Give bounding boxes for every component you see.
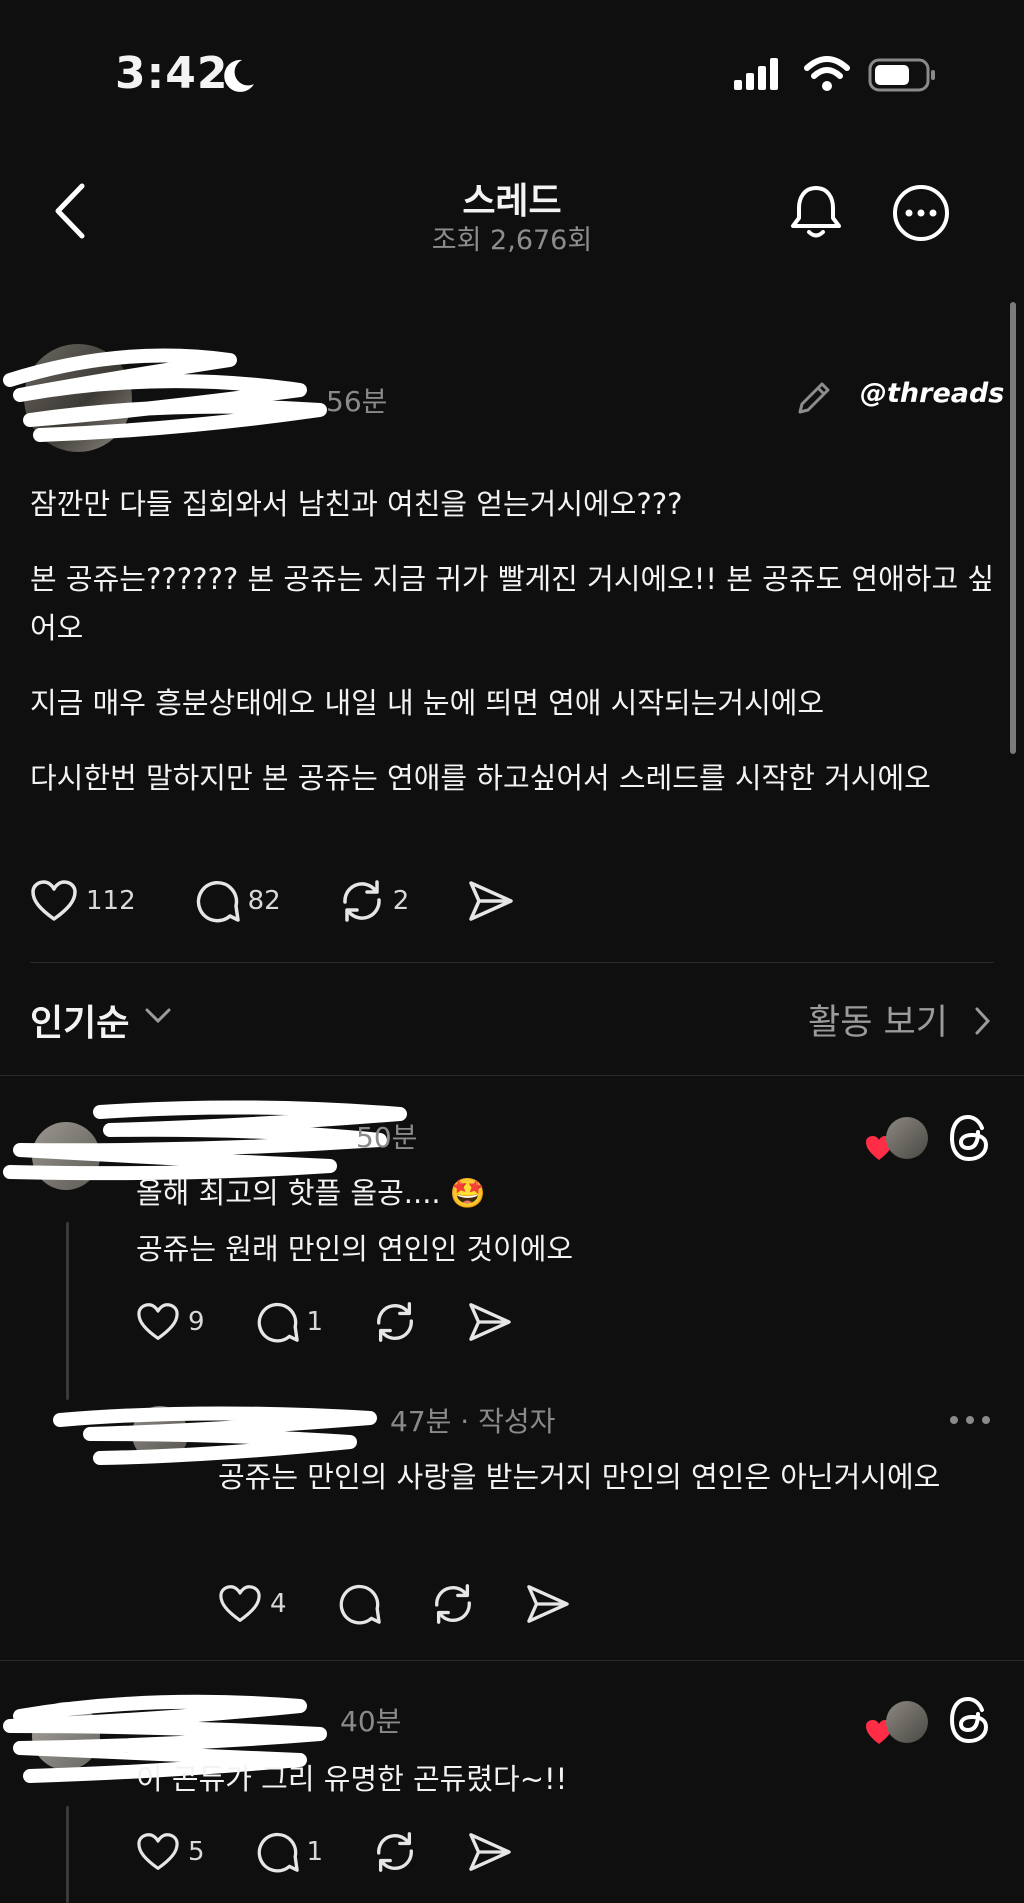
liked-by-avatars[interactable] (864, 1698, 928, 1746)
threads-logo[interactable]: @threads (860, 378, 1004, 409)
view-count: 조회 2,676회 (431, 225, 593, 256)
reply-count: 1 (306, 1307, 324, 1337)
heart-icon (137, 1303, 179, 1340)
threads-icon[interactable] (948, 1696, 992, 1744)
thread-line (66, 1222, 69, 1400)
like-button[interactable]: 5 (136, 1832, 205, 1872)
liker-avatar (886, 1701, 928, 1743)
comment-icon (339, 1584, 381, 1625)
reply-actions: 4 (218, 1582, 629, 1626)
share-button[interactable] (525, 1583, 571, 1625)
send-icon (469, 1303, 511, 1341)
post-actions: 112 82 2 (30, 878, 573, 924)
author-badge: 작성자 (478, 1405, 556, 1438)
comment-actions: 5 1 (136, 1830, 571, 1874)
share-button[interactable] (467, 1831, 513, 1873)
comment-time: 40분 (340, 1705, 402, 1738)
like-count: 4 (270, 1589, 287, 1619)
more-options-icon[interactable] (948, 1414, 992, 1426)
like-count: 5 (188, 1837, 205, 1867)
post-paragraph: 잠깐만 다들 집회와서 남친과 여친을 얻는거시에오??? (30, 487, 683, 521)
repost-icon (342, 880, 381, 922)
comment-icon (257, 1832, 299, 1873)
reply-time: 47분 · 작성자 (390, 1405, 556, 1438)
thread-line (66, 1806, 69, 1903)
author-avatar[interactable] (24, 344, 132, 452)
repost-button[interactable] (373, 1830, 417, 1874)
divider (0, 1075, 1024, 1076)
like-count: 112 (86, 886, 136, 916)
heart-icon (31, 880, 77, 921)
signal-icon (734, 58, 778, 90)
repost-count: 2 (392, 886, 410, 916)
page-title: 스레드 (462, 181, 562, 222)
liker-avatar (886, 1117, 928, 1159)
send-icon (469, 881, 514, 921)
like-button[interactable]: 4 (218, 1584, 287, 1624)
comment-icon (257, 1302, 299, 1343)
send-icon (469, 1833, 511, 1871)
threads-icon[interactable] (948, 1114, 992, 1162)
repost-button[interactable] (373, 1300, 417, 1344)
wifi-icon (804, 56, 850, 91)
comment-button[interactable]: 1 (255, 1830, 324, 1874)
comment-actions: 9 1 (136, 1300, 571, 1344)
reply-author-avatar[interactable] (132, 1406, 188, 1462)
post-paragraph: 지금 매우 흥분상태에오 내일 내 눈에 띄면 연애 시작되는거시에오 (30, 686, 825, 720)
comment-button[interactable]: 1 (255, 1300, 324, 1344)
post-time: 56분 (326, 385, 388, 418)
heart-icon (219, 1585, 261, 1622)
like-button[interactable]: 112 (30, 879, 136, 923)
comment-button[interactable]: 82 (194, 878, 281, 924)
divider (0, 1660, 1024, 1661)
threads-at-icon: @ (860, 378, 887, 409)
commenter-avatar[interactable] (32, 1122, 100, 1190)
status-time: 3:42 (115, 48, 229, 99)
repost-button[interactable] (431, 1582, 475, 1626)
battery-icon (868, 58, 935, 92)
send-icon (526, 1585, 569, 1623)
repost-button[interactable]: 2 (339, 878, 410, 924)
repost-icon (434, 1584, 471, 1624)
reply-count: 1 (306, 1837, 324, 1867)
reply-text: 공쥬는 만인의 사랑을 받는거지 만인의 연인은 아닌거시에오 (218, 1460, 941, 1494)
more-options-icon[interactable] (892, 184, 950, 242)
post-paragraph: 본 공쥬는?????? 본 공쥬는 지금 귀가 빨게진 거시에오!! 본 공쥬도… (30, 562, 995, 645)
liked-by-avatars[interactable] (864, 1114, 928, 1162)
share-button[interactable] (467, 879, 515, 923)
comment-icon (196, 881, 240, 923)
comment-count: 82 (247, 886, 281, 916)
comment-button[interactable] (337, 1582, 381, 1626)
bell-icon[interactable] (786, 182, 846, 242)
view-activity-link[interactable]: 활동 보기 (808, 994, 948, 1045)
divider (30, 962, 994, 963)
comment-text: 이 곤듀가 그리 유명한 곤듀렸다~!! (136, 1762, 568, 1796)
like-count: 9 (188, 1307, 205, 1337)
like-button[interactable]: 9 (136, 1302, 205, 1342)
heart-icon (137, 1833, 179, 1870)
sort-dropdown-label[interactable]: 인기순 (30, 994, 129, 1046)
post-body: 잠깐만 다들 집회와서 남친과 여친을 얻는거시에오??? 본 공쥬는?????… (30, 480, 995, 829)
commenter-avatar[interactable] (32, 1702, 100, 1770)
edit-pencil-icon[interactable] (792, 378, 834, 420)
moon-icon (224, 59, 254, 92)
chevron-down-icon[interactable] (144, 1006, 172, 1026)
share-button[interactable] (467, 1301, 513, 1343)
repost-icon (377, 1832, 414, 1872)
comment-time: 50분 (356, 1121, 418, 1154)
post-paragraph: 다시한번 말하지만 본 공쥬는 연애를 하고싶어서 스레드를 시작한 거시에오 (30, 761, 931, 795)
comment-text: 올해 최고의 핫플 올공.... 🤩 (136, 1176, 486, 1210)
scrollbar[interactable] (1010, 302, 1016, 754)
comment-text: 공쥬는 원래 만인의 연인인 것이에오 (136, 1232, 574, 1266)
chevron-right-icon[interactable] (972, 1006, 992, 1036)
repost-icon (377, 1302, 414, 1342)
